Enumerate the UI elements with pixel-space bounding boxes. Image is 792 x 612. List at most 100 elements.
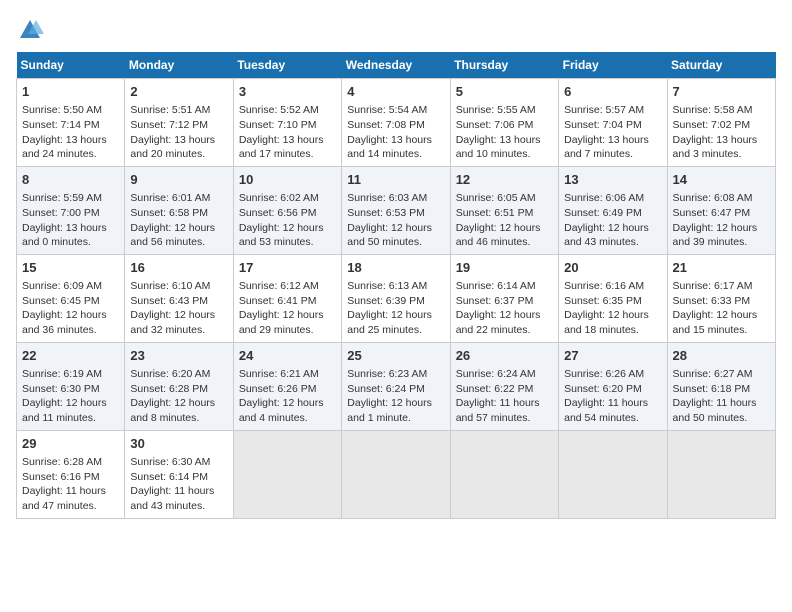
calendar-cell: 9Sunrise: 6:01 AMSunset: 6:58 PMDaylight… [125,166,233,254]
sunset-text: Sunset: 7:04 PM [564,119,642,131]
daylight-text: Daylight: 12 hours and 43 minutes. [564,222,649,249]
sunset-text: Sunset: 6:22 PM [456,383,534,395]
week-row-1: 1Sunrise: 5:50 AMSunset: 7:14 PMDaylight… [17,79,776,167]
day-number: 9 [130,171,227,189]
sunrise-text: Sunrise: 5:59 AM [22,192,102,204]
calendar-cell: 12Sunrise: 6:05 AMSunset: 6:51 PMDayligh… [450,166,558,254]
sunrise-text: Sunrise: 5:50 AM [22,104,102,116]
sunrise-text: Sunrise: 6:19 AM [22,368,102,380]
sunrise-text: Sunrise: 6:12 AM [239,280,319,292]
calendar-cell: 3 Sunrise: 5:52 AM Sunset: 7:10 PM Daylight… [233,79,341,167]
sunrise-text: Sunrise: 5:52 AM [239,104,319,116]
calendar-cell: 1Sunrise: 5:50 AMSunset: 7:14 PMDaylight… [17,79,125,167]
calendar-cell: 28Sunrise: 6:27 AMSunset: 6:18 PMDayligh… [667,342,775,430]
day-header-wednesday: Wednesday [342,52,450,79]
sunrise-text: Sunrise: 6:28 AM [22,456,102,468]
daylight-text: Daylight: 11 hours and 57 minutes. [456,397,540,424]
sunset-text: Sunset: 6:43 PM [130,295,208,307]
sunrise-text: Sunrise: 6:27 AM [673,368,753,380]
sunset-text: Sunset: 6:41 PM [239,295,317,307]
day-number: 5 [456,83,553,101]
sunrise-text: Sunrise: 6:14 AM [456,280,536,292]
sunset-text: Sunset: 7:08 PM [347,119,425,131]
daylight-text: Daylight: 13 hours and 3 minutes. [673,134,758,161]
sunrise-text: Sunrise: 6:08 AM [673,192,753,204]
sunset-text: Sunset: 6:56 PM [239,207,317,219]
sunrise-text: Sunrise: 6:02 AM [239,192,319,204]
daylight-text: Daylight: 12 hours and 32 minutes. [130,309,215,336]
sunrise-text: Sunrise: 6:17 AM [673,280,753,292]
day-number: 2 [130,83,227,101]
calendar-cell: 19Sunrise: 6:14 AMSunset: 6:37 PMDayligh… [450,254,558,342]
day-header-saturday: Saturday [667,52,775,79]
calendar-cell: 27Sunrise: 6:26 AMSunset: 6:20 PMDayligh… [559,342,667,430]
day-header-thursday: Thursday [450,52,558,79]
calendar-cell: 7Sunrise: 5:58 AMSunset: 7:02 PMDaylight… [667,79,775,167]
sunset-text: Sunset: 6:39 PM [347,295,425,307]
calendar-cell: 8 Sunrise: 5:59 AM Sunset: 7:00 PM Daylight… [17,166,125,254]
daylight-text: Daylight: 12 hours and 11 minutes. [22,397,107,424]
sunrise-text: Sunrise: 6:21 AM [239,368,319,380]
daylight-text: Daylight: 12 hours and 22 minutes. [456,309,541,336]
calendar-cell: 23Sunrise: 6:20 AMSunset: 6:28 PMDayligh… [125,342,233,430]
daylight-text: Daylight: 13 hours and 17 minutes. [239,134,324,161]
calendar-cell: 26Sunrise: 6:24 AMSunset: 6:22 PMDayligh… [450,342,558,430]
calendar-cell [559,430,667,518]
sunset-text: Sunset: 6:33 PM [673,295,751,307]
daylight-text: Daylight: 12 hours and 56 minutes. [130,222,215,249]
day-number: 29 [22,435,119,453]
sunset-text: Sunset: 6:47 PM [673,207,751,219]
daylight-text: Daylight: 13 hours and 0 minutes. [22,222,107,249]
day-number: 3 [239,83,336,101]
daylight-text: Daylight: 13 hours and 20 minutes. [130,134,215,161]
sunset-text: Sunset: 7:00 PM [22,207,100,219]
sunset-text: Sunset: 6:51 PM [456,207,534,219]
week-row-4: 22Sunrise: 6:19 AMSunset: 6:30 PMDayligh… [17,342,776,430]
sunrise-text: Sunrise: 6:24 AM [456,368,536,380]
daylight-text: Daylight: 11 hours and 54 minutes. [564,397,648,424]
calendar-cell: 20Sunrise: 6:16 AMSunset: 6:35 PMDayligh… [559,254,667,342]
daylight-text: Daylight: 12 hours and 4 minutes. [239,397,324,424]
sunset-text: Sunset: 7:12 PM [130,119,208,131]
calendar-cell [342,430,450,518]
daylight-text: Daylight: 11 hours and 43 minutes. [130,485,214,512]
sunrise-text: Sunrise: 6:10 AM [130,280,210,292]
sunset-text: Sunset: 6:20 PM [564,383,642,395]
sunset-text: Sunset: 6:37 PM [456,295,534,307]
calendar-cell: 17Sunrise: 6:12 AMSunset: 6:41 PMDayligh… [233,254,341,342]
sunset-text: Sunset: 6:28 PM [130,383,208,395]
daylight-text: Daylight: 12 hours and 36 minutes. [22,309,107,336]
daylight-text: Daylight: 13 hours and 7 minutes. [564,134,649,161]
sunrise-text: Sunrise: 6:05 AM [456,192,536,204]
sunset-text: Sunset: 6:45 PM [22,295,100,307]
daylight-text: Daylight: 12 hours and 15 minutes. [673,309,758,336]
sunset-text: Sunset: 7:02 PM [673,119,751,131]
daylight-text: Daylight: 12 hours and 46 minutes. [456,222,541,249]
sunset-text: Sunset: 6:49 PM [564,207,642,219]
calendar-cell [450,430,558,518]
calendar-cell: 4Sunrise: 5:54 AMSunset: 7:08 PMDaylight… [342,79,450,167]
day-number: 27 [564,347,661,365]
daylight-text: Daylight: 11 hours and 50 minutes. [673,397,757,424]
page-header [16,16,776,44]
day-number: 23 [130,347,227,365]
sunset-text: Sunset: 6:18 PM [673,383,751,395]
day-number: 7 [673,83,770,101]
sunrise-text: Sunrise: 5:54 AM [347,104,427,116]
day-headers-row: SundayMondayTuesdayWednesdayThursdayFrid… [17,52,776,79]
sunset-text: Sunset: 7:06 PM [456,119,534,131]
day-number: 11 [347,171,444,189]
sunset-text: Sunset: 6:58 PM [130,207,208,219]
sunrise-text: Sunrise: 6:06 AM [564,192,644,204]
day-number: 4 [347,83,444,101]
sunrise-text: Sunrise: 6:30 AM [130,456,210,468]
day-number: 8 [22,171,119,189]
sunset-text: Sunset: 7:14 PM [22,119,100,131]
sunset-text: Sunset: 7:10 PM [239,119,317,131]
calendar-cell: 14Sunrise: 6:08 AMSunset: 6:47 PMDayligh… [667,166,775,254]
sunset-text: Sunset: 6:24 PM [347,383,425,395]
sunrise-text: Sunrise: 6:16 AM [564,280,644,292]
daylight-text: Daylight: 13 hours and 10 minutes. [456,134,541,161]
day-header-friday: Friday [559,52,667,79]
day-header-sunday: Sunday [17,52,125,79]
